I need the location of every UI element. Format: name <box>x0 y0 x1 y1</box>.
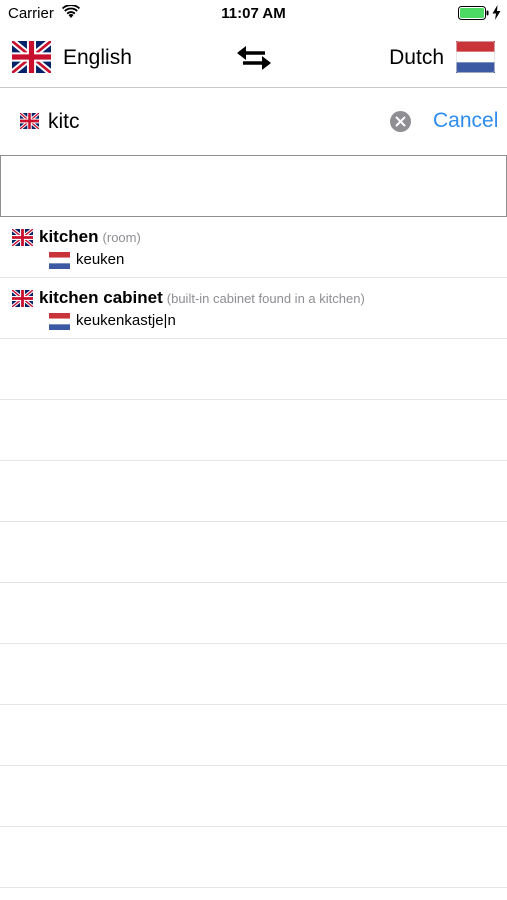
search-input[interactable] <box>48 107 378 137</box>
result-translation: keukenkastje|n <box>76 312 176 329</box>
empty-row <box>0 644 507 705</box>
term-note: (built-in cabinet found in a kitchen) <box>166 291 365 306</box>
results-list: kitchen (room) keuken kitchen cabinet (bui… <box>0 217 507 888</box>
source-language-button[interactable]: English <box>63 46 132 70</box>
charging-bolt-icon <box>492 5 501 20</box>
uk-flag-icon[interactable] <box>12 41 51 73</box>
result-translation: keuken <box>76 251 125 268</box>
term-note: (room) <box>102 230 141 245</box>
empty-input-box[interactable] <box>0 155 507 217</box>
uk-flag-icon <box>12 290 33 307</box>
clear-search-button[interactable] <box>390 111 411 132</box>
empty-row <box>0 766 507 827</box>
netherlands-flag-icon <box>49 313 70 330</box>
empty-row <box>0 827 507 888</box>
list-item[interactable]: kitchen (room) keuken <box>0 217 507 278</box>
uk-flag-icon <box>20 113 39 129</box>
language-bar: English Dutch <box>0 28 507 88</box>
netherlands-flag-icon <box>49 252 70 269</box>
target-language-button[interactable]: Dutch <box>389 46 444 70</box>
empty-row <box>0 400 507 461</box>
uk-flag-icon <box>12 229 33 246</box>
battery-icon <box>458 6 489 20</box>
close-icon <box>395 116 406 127</box>
empty-row <box>0 339 507 400</box>
list-item[interactable]: kitchen cabinet (built-in cabinet found i… <box>0 278 507 339</box>
search-bar: Cancel <box>0 89 507 155</box>
empty-row <box>0 522 507 583</box>
empty-row <box>0 583 507 644</box>
status-bar: Carrier 11:07 AM <box>0 0 507 28</box>
term-text: kitchen cabinet <box>39 288 163 307</box>
empty-row <box>0 461 507 522</box>
result-term: kitchen cabinet (built-in cabinet found i… <box>39 288 365 308</box>
term-text: kitchen <box>39 227 99 246</box>
cancel-button[interactable]: Cancel <box>433 109 498 133</box>
empty-row <box>0 705 507 766</box>
status-time: 11:07 AM <box>221 5 286 22</box>
netherlands-flag-icon[interactable] <box>456 41 495 73</box>
result-term: kitchen (room) <box>39 227 141 247</box>
swap-arrows-icon[interactable] <box>235 44 273 72</box>
